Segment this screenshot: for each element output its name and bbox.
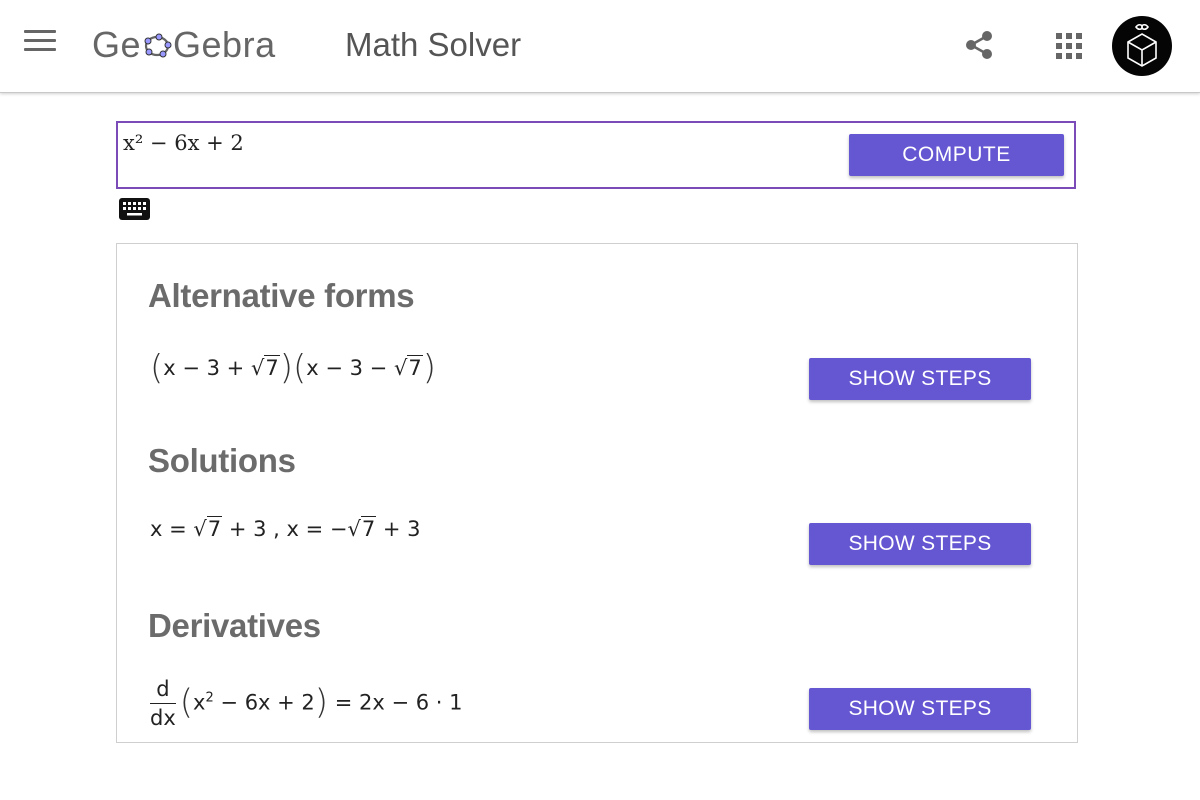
show-steps-button-derivatives[interactable]: SHOW STEPS bbox=[809, 688, 1031, 730]
show-steps-button-solutions[interactable]: SHOW STEPS bbox=[809, 523, 1031, 565]
solution-2-tail: + 3 bbox=[376, 517, 421, 541]
factor-2-radicand: 7 bbox=[407, 355, 423, 380]
menu-icon[interactable] bbox=[24, 30, 56, 58]
solution-1-radicand: 7 bbox=[206, 516, 223, 541]
logo-text-end: Gebra bbox=[173, 24, 276, 65]
derivative-result: = 2x − 6 · 1 bbox=[328, 690, 463, 715]
derivative-expression: d dx (x2 − 6x + 2) = 2x − 6 · 1 bbox=[150, 677, 463, 730]
solution-1-lhs: x = bbox=[150, 517, 194, 541]
apps-grid-icon[interactable] bbox=[1054, 31, 1084, 61]
geogebra-ellipse-icon bbox=[144, 33, 172, 58]
factor-1-radicand: 7 bbox=[264, 355, 280, 380]
geogebra-logo[interactable]: Ge Gebra bbox=[92, 22, 276, 68]
derivative-exponent: 2 bbox=[205, 690, 214, 706]
alternative-forms-expression: (x − 3 + √7)(x − 3 − √7) bbox=[150, 348, 436, 388]
factor-2-text: x − 3 − bbox=[306, 356, 394, 380]
section-title-alternative-forms: Alternative forms bbox=[148, 277, 415, 314]
derivative-denominator: dx bbox=[150, 706, 176, 730]
math-input-field[interactable]: x² − 6x + 2 COMPUTE bbox=[116, 121, 1076, 189]
derivative-operator: d dx bbox=[150, 677, 176, 730]
input-expression[interactable]: x² − 6x + 2 bbox=[123, 131, 244, 155]
show-steps-button-alternative-forms[interactable]: SHOW STEPS bbox=[809, 358, 1031, 400]
solutions-expression: x = √7 + 3 , x = −√7 + 3 bbox=[150, 516, 421, 541]
user-avatar[interactable] bbox=[1112, 16, 1172, 76]
factor-1-text: x − 3 + bbox=[163, 356, 251, 380]
section-title-solutions: Solutions bbox=[148, 442, 296, 479]
solution-2-radicand: 7 bbox=[360, 516, 377, 541]
compute-button[interactable]: COMPUTE bbox=[849, 134, 1064, 176]
solution-separator: + 3 , x = − bbox=[222, 517, 348, 541]
app-title: Math Solver bbox=[345, 26, 522, 63]
section-title-derivatives: Derivatives bbox=[148, 607, 321, 644]
derivative-inner-rest: − 6x + 2 bbox=[213, 690, 315, 715]
share-icon[interactable] bbox=[962, 28, 996, 62]
derivative-base: x bbox=[193, 690, 206, 715]
app-header: Ge Gebra Math Solver bbox=[0, 0, 1200, 93]
results-card: Alternative forms (x − 3 + √7)(x − 3 − √… bbox=[116, 243, 1078, 743]
keyboard-icon[interactable] bbox=[119, 198, 150, 220]
logo-text-start: Ge bbox=[92, 24, 142, 65]
derivative-numerator: d bbox=[150, 677, 176, 704]
